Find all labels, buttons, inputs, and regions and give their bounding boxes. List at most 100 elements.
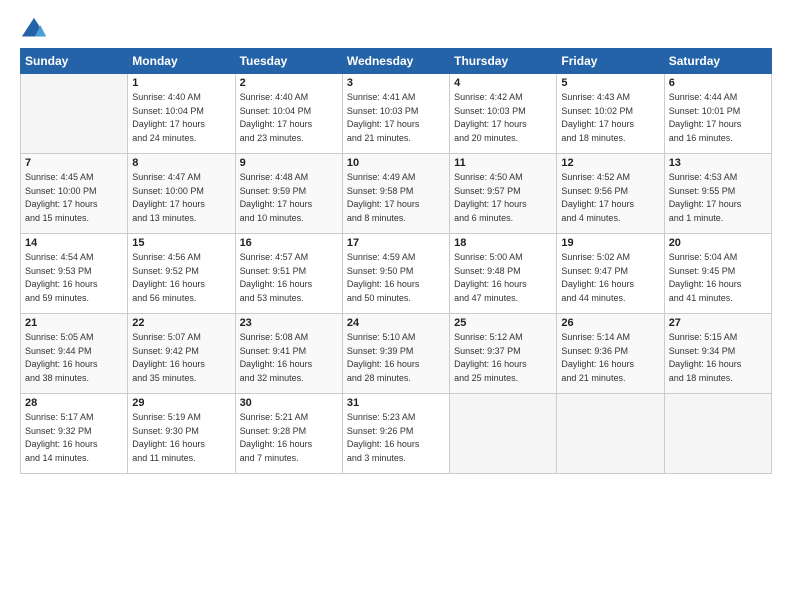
calendar-cell (450, 394, 557, 474)
weekday-header-saturday: Saturday (664, 49, 771, 74)
week-row-4: 21Sunrise: 5:05 AM Sunset: 9:44 PM Dayli… (21, 314, 772, 394)
page-container: SundayMondayTuesdayWednesdayThursdayFrid… (0, 0, 792, 484)
calendar-cell: 17 Sunrise: 4:59 AM Sunset: 9:50 PM Dayli… (342, 234, 449, 314)
day-number: 6 (669, 77, 767, 89)
day-info: Sunrise: 5:23 AM Sunset: 9:26 PM Dayligh… (347, 411, 445, 465)
day-number: 8 (132, 157, 230, 169)
day-info: Sunrise: 4:50 AM Sunset: 9:57 PM Dayligh… (454, 171, 552, 225)
calendar-cell: 5Sunrise: 4:43 AM Sunset: 10:02 PM Dayli… (557, 74, 664, 154)
day-number: 15 (132, 237, 230, 249)
calendar-cell: 28Sunrise: 5:17 AM Sunset: 9:32 PM Dayli… (21, 394, 128, 474)
calendar-cell: 25 Sunrise: 5:12 AM Sunset: 9:37 PM Dayli… (450, 314, 557, 394)
day-info: Sunrise: 5:00 AM Sunset: 9:48 PM Dayligh… (454, 251, 552, 305)
day-info: Sunrise: 4:48 AM Sunset: 9:59 PM Dayligh… (240, 171, 338, 225)
logo-icon (20, 16, 48, 44)
day-number: 20 (669, 237, 767, 249)
weekday-header-sunday: Sunday (21, 49, 128, 74)
day-info: Sunrise: 4:54 AM Sunset: 9:53 PM Dayligh… (25, 251, 123, 305)
day-number: 17 (347, 237, 445, 249)
day-number: 25 (454, 317, 552, 329)
day-info: Sunrise: 4:43 AM Sunset: 10:02 PM Daylig… (561, 91, 659, 145)
calendar-cell (21, 74, 128, 154)
calendar-cell: 29 Sunrise: 5:19 AM Sunset: 9:30 PM Dayli… (128, 394, 235, 474)
day-info: Sunrise: 4:53 AM Sunset: 9:55 PM Dayligh… (669, 171, 767, 225)
day-number: 19 (561, 237, 659, 249)
day-info: Sunrise: 4:41 AM Sunset: 10:03 PM Daylig… (347, 91, 445, 145)
day-info: Sunrise: 5:19 AM Sunset: 9:30 PM Dayligh… (132, 411, 230, 465)
calendar-cell: 11 Sunrise: 4:50 AM Sunset: 9:57 PM Dayli… (450, 154, 557, 234)
logo (20, 16, 52, 44)
calendar-cell: 15Sunrise: 4:56 AM Sunset: 9:52 PM Dayli… (128, 234, 235, 314)
day-number: 31 (347, 397, 445, 409)
calendar-cell: 22 Sunrise: 5:07 AM Sunset: 9:42 PM Dayli… (128, 314, 235, 394)
calendar-cell (664, 394, 771, 474)
day-info: Sunrise: 5:21 AM Sunset: 9:28 PM Dayligh… (240, 411, 338, 465)
day-number: 7 (25, 157, 123, 169)
calendar-cell: 6 Sunrise: 4:44 AM Sunset: 10:01 PM Dayli… (664, 74, 771, 154)
week-row-5: 28Sunrise: 5:17 AM Sunset: 9:32 PM Dayli… (21, 394, 772, 474)
calendar-cell: 16 Sunrise: 4:57 AM Sunset: 9:51 PM Dayli… (235, 234, 342, 314)
day-number: 26 (561, 317, 659, 329)
calendar-cell: 4 Sunrise: 4:42 AM Sunset: 10:03 PM Dayli… (450, 74, 557, 154)
day-number: 29 (132, 397, 230, 409)
calendar-cell: 3Sunrise: 4:41 AM Sunset: 10:03 PM Dayli… (342, 74, 449, 154)
week-row-3: 14 Sunrise: 4:54 AM Sunset: 9:53 PM Dayli… (21, 234, 772, 314)
calendar-cell: 20Sunrise: 5:04 AM Sunset: 9:45 PM Dayli… (664, 234, 771, 314)
day-info: Sunrise: 5:14 AM Sunset: 9:36 PM Dayligh… (561, 331, 659, 385)
day-info: Sunrise: 5:02 AM Sunset: 9:47 PM Dayligh… (561, 251, 659, 305)
calendar-cell: 13Sunrise: 4:53 AM Sunset: 9:55 PM Dayli… (664, 154, 771, 234)
day-info: Sunrise: 5:10 AM Sunset: 9:39 PM Dayligh… (347, 331, 445, 385)
day-number: 12 (561, 157, 659, 169)
calendar-cell: 2Sunrise: 4:40 AM Sunset: 10:04 PM Dayli… (235, 74, 342, 154)
day-number: 23 (240, 317, 338, 329)
calendar-cell: 1Sunrise: 4:40 AM Sunset: 10:04 PM Dayli… (128, 74, 235, 154)
day-info: Sunrise: 4:57 AM Sunset: 9:51 PM Dayligh… (240, 251, 338, 305)
weekday-header-wednesday: Wednesday (342, 49, 449, 74)
calendar-cell: 21Sunrise: 5:05 AM Sunset: 9:44 PM Dayli… (21, 314, 128, 394)
calendar-cell: 23 Sunrise: 5:08 AM Sunset: 9:41 PM Dayli… (235, 314, 342, 394)
day-number: 4 (454, 77, 552, 89)
day-info: Sunrise: 4:42 AM Sunset: 10:03 PM Daylig… (454, 91, 552, 145)
day-number: 11 (454, 157, 552, 169)
day-info: Sunrise: 5:15 AM Sunset: 9:34 PM Dayligh… (669, 331, 767, 385)
calendar-cell: 18Sunrise: 5:00 AM Sunset: 9:48 PM Dayli… (450, 234, 557, 314)
week-row-1: 1 Sunrise: 4:40 AM Sunset: 10:04 PM Dayli… (21, 74, 772, 154)
calendar-cell: 24 Sunrise: 5:10 AM Sunset: 9:39 PM Dayli… (342, 314, 449, 394)
weekday-header-row: SundayMondayTuesdayWednesdayThursdayFrid… (21, 49, 772, 74)
day-number: 1 (132, 77, 230, 89)
day-number: 30 (240, 397, 338, 409)
calendar-cell: 27 Sunrise: 5:15 AM Sunset: 9:34 PM Dayli… (664, 314, 771, 394)
calendar-cell: 26 Sunrise: 5:14 AM Sunset: 9:36 PM Dayli… (557, 314, 664, 394)
weekday-header-thursday: Thursday (450, 49, 557, 74)
day-info: Sunrise: 5:07 AM Sunset: 9:42 PM Dayligh… (132, 331, 230, 385)
day-info: Sunrise: 4:45 AM Sunset: 10:00 PM Daylig… (25, 171, 123, 225)
day-info: Sunrise: 4:59 AM Sunset: 9:50 PM Dayligh… (347, 251, 445, 305)
day-number: 9 (240, 157, 338, 169)
calendar-table: SundayMondayTuesdayWednesdayThursdayFrid… (20, 48, 772, 474)
day-number: 22 (132, 317, 230, 329)
day-number: 21 (25, 317, 123, 329)
day-number: 16 (240, 237, 338, 249)
day-info: Sunrise: 4:40 AM Sunset: 10:04 PM Daylig… (240, 91, 338, 145)
calendar-cell: 14 Sunrise: 4:54 AM Sunset: 9:53 PM Dayli… (21, 234, 128, 314)
weekday-header-monday: Monday (128, 49, 235, 74)
day-info: Sunrise: 4:49 AM Sunset: 9:58 PM Dayligh… (347, 171, 445, 225)
day-info: Sunrise: 5:12 AM Sunset: 9:37 PM Dayligh… (454, 331, 552, 385)
calendar-cell: 8Sunrise: 4:47 AM Sunset: 10:00 PM Dayli… (128, 154, 235, 234)
calendar-cell: 31 Sunrise: 5:23 AM Sunset: 9:26 PM Dayli… (342, 394, 449, 474)
calendar-cell (557, 394, 664, 474)
weekday-header-tuesday: Tuesday (235, 49, 342, 74)
day-info: Sunrise: 4:52 AM Sunset: 9:56 PM Dayligh… (561, 171, 659, 225)
day-number: 27 (669, 317, 767, 329)
calendar-cell: 7 Sunrise: 4:45 AM Sunset: 10:00 PM Dayli… (21, 154, 128, 234)
calendar-cell: 12 Sunrise: 4:52 AM Sunset: 9:56 PM Dayli… (557, 154, 664, 234)
calendar-cell: 19 Sunrise: 5:02 AM Sunset: 9:47 PM Dayli… (557, 234, 664, 314)
week-row-2: 7 Sunrise: 4:45 AM Sunset: 10:00 PM Dayli… (21, 154, 772, 234)
day-number: 24 (347, 317, 445, 329)
calendar-cell: 30 Sunrise: 5:21 AM Sunset: 9:28 PM Dayli… (235, 394, 342, 474)
day-info: Sunrise: 4:44 AM Sunset: 10:01 PM Daylig… (669, 91, 767, 145)
day-number: 14 (25, 237, 123, 249)
day-info: Sunrise: 5:08 AM Sunset: 9:41 PM Dayligh… (240, 331, 338, 385)
day-number: 28 (25, 397, 123, 409)
calendar-cell: 9 Sunrise: 4:48 AM Sunset: 9:59 PM Daylig… (235, 154, 342, 234)
